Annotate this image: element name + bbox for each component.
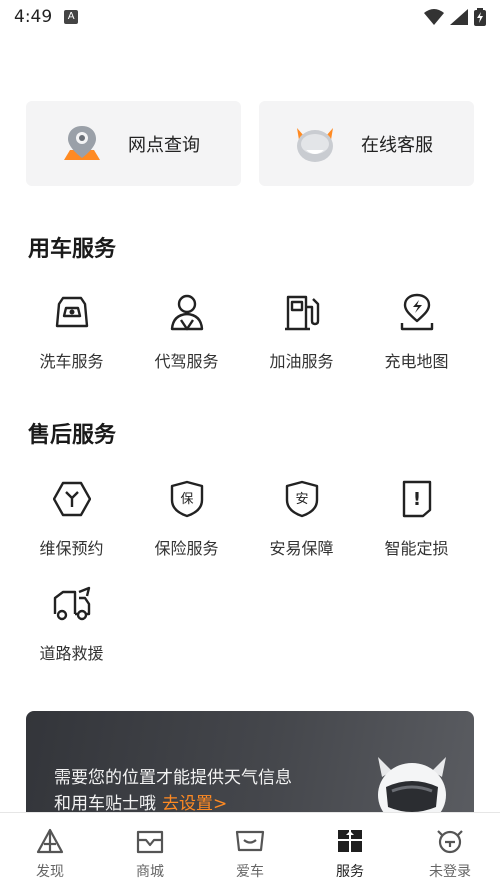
wrench-icon — [50, 477, 94, 521]
damage-assess-icon: ! — [395, 477, 439, 521]
safety-guarantee-label: 安易保障 — [269, 539, 334, 558]
outlet-search-label: 网点查询 — [128, 134, 200, 156]
roadside-rescue-item[interactable]: 道路救援 — [14, 572, 129, 677]
tab-shop-label: 商城 — [136, 864, 164, 880]
weather-settings-link[interactable]: 去设置> — [162, 794, 227, 814]
status-bar: 4:49 A — [0, 0, 500, 34]
status-icons — [424, 8, 486, 26]
insurance-label: 保险服务 — [154, 539, 219, 558]
weather-line-1: 需要您的位置才能提供天气信息 — [54, 768, 292, 788]
online-support-label: 在线客服 — [361, 134, 433, 156]
car-services-title: 用车服务 — [28, 237, 117, 262]
service-icon — [335, 827, 365, 855]
fuel-pump-icon — [280, 290, 324, 334]
profile-icon — [435, 827, 465, 855]
chauffeur-label: 代驾服务 — [154, 352, 219, 371]
tab-service-label: 服务 — [336, 864, 364, 880]
fuel-label: 加油服务 — [269, 352, 334, 371]
after-sales-title: 售后服务 — [28, 423, 117, 448]
chauffeur-item[interactable]: 代驾服务 — [129, 280, 244, 385]
bottom-tab-bar: 发现 商城 爱车 服务 未登录 — [0, 812, 500, 888]
car-wash-item[interactable]: 洗车服务 — [14, 280, 129, 385]
maintenance-label: 维保预约 — [39, 539, 104, 558]
svg-text:安: 安 — [295, 492, 308, 507]
insurance-item[interactable]: 保 保险服务 — [129, 467, 244, 572]
damage-assess-label: 智能定损 — [384, 539, 449, 558]
tab-my-car-label: 爱车 — [236, 864, 264, 880]
signal-icon — [450, 9, 468, 25]
fuel-item[interactable]: 加油服务 — [244, 280, 359, 385]
discover-icon — [35, 827, 65, 855]
status-time: 4:49 — [14, 7, 53, 27]
my-car-icon — [235, 827, 265, 855]
tab-my-car[interactable]: 爱车 — [200, 813, 300, 888]
after-sales-grid: 维保预约 保 保险服务 安 安易保障 ! 智能定损 道路救援 — [14, 467, 474, 677]
weather-line-2: 和用车贴士哦 — [54, 794, 156, 814]
location-pin-icon — [58, 120, 106, 168]
tab-shop[interactable]: 商城 — [100, 813, 200, 888]
shop-icon — [135, 827, 165, 855]
tab-profile[interactable]: 未登录 — [400, 813, 500, 888]
tab-service[interactable]: 服务 — [300, 813, 400, 888]
charging-map-label: 充电地图 — [384, 352, 449, 371]
car-wash-label: 洗车服务 — [39, 352, 104, 371]
quick-actions: 网点查询 在线客服 — [26, 101, 474, 186]
a-icon: A — [64, 10, 79, 24]
tab-profile-label: 未登录 — [429, 864, 471, 880]
safety-guarantee-item[interactable]: 安 安易保障 — [244, 467, 359, 572]
damage-assess-item[interactable]: ! 智能定损 — [359, 467, 474, 572]
driver-icon — [165, 290, 209, 334]
charging-map-item[interactable]: 充电地图 — [359, 280, 474, 385]
tow-truck-icon — [50, 582, 94, 626]
wifi-icon — [424, 9, 444, 25]
tab-discover-label: 发现 — [36, 864, 64, 880]
battery-charging-icon — [474, 8, 486, 26]
mascot-icon — [291, 120, 339, 168]
insurance-shield-icon: 保 — [165, 477, 209, 521]
weather-message: 需要您的位置才能提供天气信息 和用车贴士哦 去设置> — [54, 765, 292, 817]
mascot-icon — [378, 757, 446, 821]
car-wash-icon — [50, 290, 94, 334]
car-services-grid: 洗车服务 代驾服务 加油服务 充电地图 — [14, 280, 474, 385]
roadside-rescue-label: 道路救援 — [39, 644, 104, 663]
outlet-search-card[interactable]: 网点查询 — [26, 101, 241, 186]
svg-text:!: ! — [412, 489, 420, 510]
maintenance-item[interactable]: 维保预约 — [14, 467, 129, 572]
weather-banner[interactable]: 需要您的位置才能提供天气信息 和用车贴士哦 去设置> — [26, 711, 474, 821]
svg-text:保: 保 — [180, 492, 193, 507]
safety-shield-icon: 安 — [280, 477, 324, 521]
online-support-card[interactable]: 在线客服 — [259, 101, 474, 186]
tab-discover[interactable]: 发现 — [0, 813, 100, 888]
charging-map-icon — [395, 290, 439, 334]
